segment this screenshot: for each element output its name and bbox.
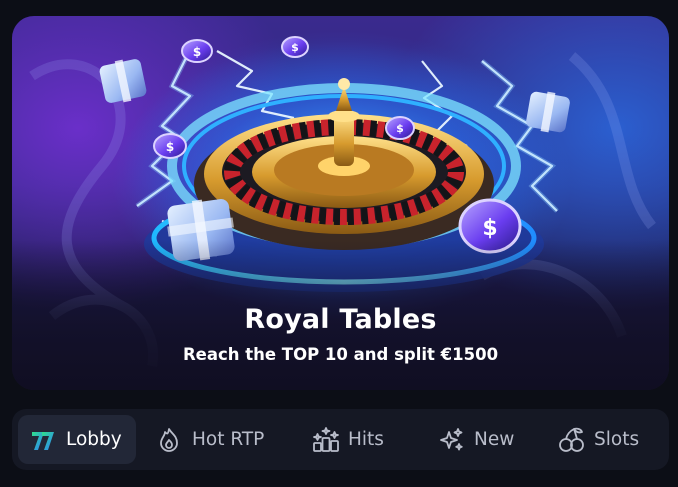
svg-text:$: $ [396,122,404,135]
cherries-icon [558,427,584,453]
nav-item-label: New [474,429,515,450]
nav-item-new[interactable]: New [438,415,538,464]
banner-subtitle: Reach the TOP 10 and split €1500 [182,345,499,364]
nav-item-slots[interactable]: Slots [558,415,662,464]
svg-text:$: $ [193,45,201,59]
sparkles-icon [438,427,464,453]
flame-icon [156,427,182,453]
promo-banner[interactable]: $ $ $ $ $ Royal Tables Reach the TOP 10 … [12,16,669,390]
nav-item-label: Hits [348,429,384,450]
lobby-logo-icon [30,427,56,453]
nav-item-hits[interactable]: Hits [312,415,412,464]
nav-item-lobby[interactable]: Lobby [18,415,136,464]
page: $ $ $ $ $ Royal Tables Reach the TOP 10 … [0,0,678,487]
category-nav: Lobby Hot RTP Hits New Slots [12,409,669,470]
svg-text:$: $ [482,216,497,241]
nav-item-label: Lobby [66,429,122,450]
hits-chart-icon [312,426,339,453]
svg-text:$: $ [291,41,299,54]
svg-text:$: $ [166,140,174,154]
banner-title: Royal Tables [244,304,437,335]
nav-item-label: Slots [594,429,640,450]
nav-item-label: Hot RTP [192,429,265,450]
nav-item-hot-rtp[interactable]: Hot RTP [156,415,286,464]
